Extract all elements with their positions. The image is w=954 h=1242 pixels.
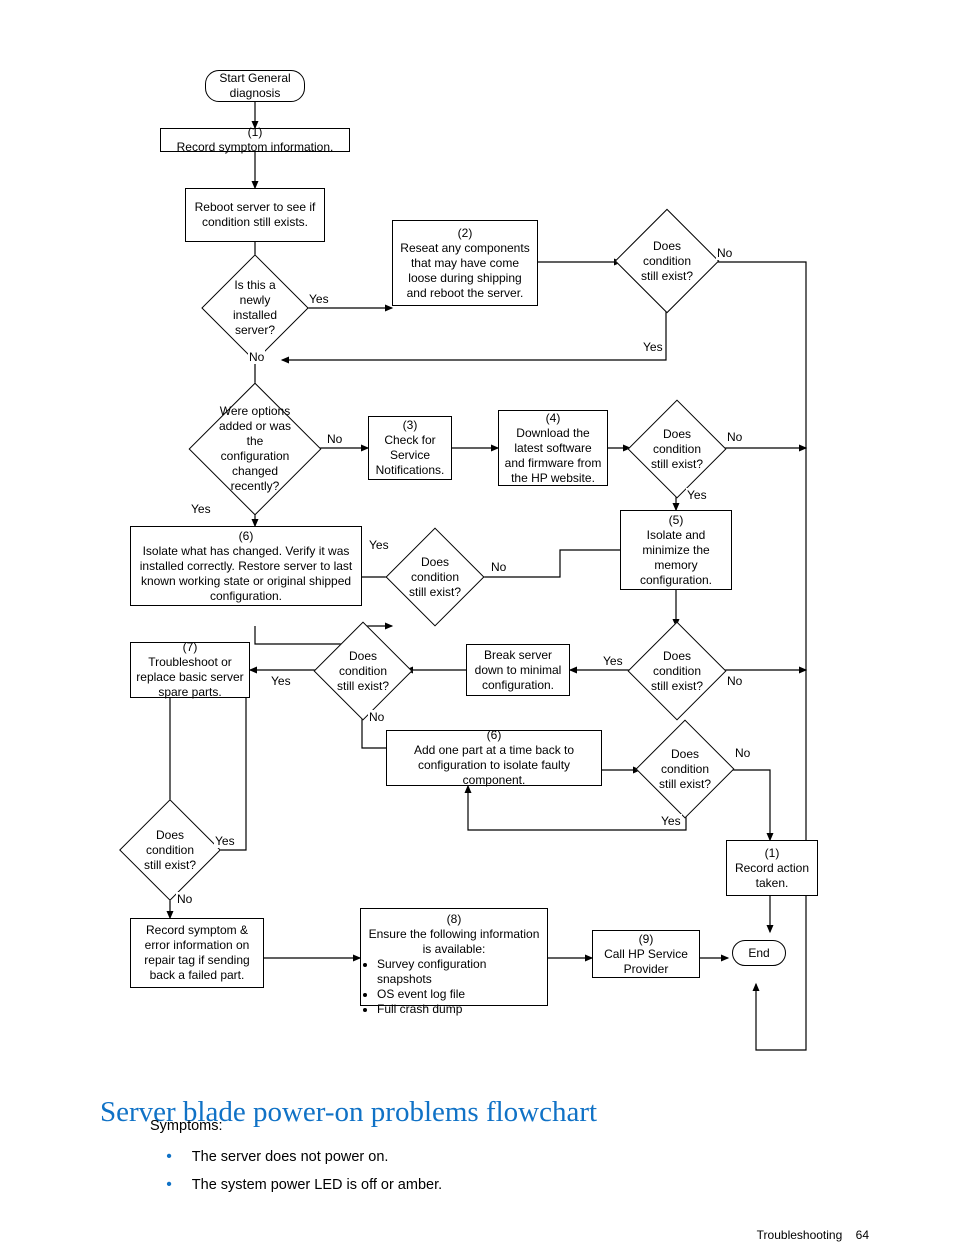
node-start: Start General diagnosis (205, 70, 305, 102)
node-8-heading: (8)Ensure the following information is a… (365, 912, 543, 957)
footer-page-number: 64 (856, 1228, 869, 1242)
node-4-firmware: (4)Download the latest software and firm… (498, 410, 608, 486)
label-yes: Yes (190, 502, 212, 516)
page-footer: Troubleshooting 64 (757, 1228, 869, 1242)
decision-newly-text: Is this a newly installed server? (221, 278, 289, 338)
list-item-text: The server does not power on. (192, 1149, 389, 1165)
label-no: No (734, 746, 751, 760)
label-no: No (248, 350, 265, 364)
decision-cond-7: Does condition still exist? (134, 814, 206, 886)
decision-cond-5: Does condition still exist? (642, 636, 712, 706)
label-no: No (490, 560, 507, 574)
node-6-isolate-change: (6)Isolate what has changed. Verify it w… (130, 526, 362, 606)
decision-cond-3-text: Does condition still exist? (404, 555, 466, 600)
label-yes: Yes (642, 340, 664, 354)
node-break-minimal: Break server down to minimal configurati… (466, 644, 570, 696)
label-no: No (176, 892, 193, 906)
node-break-text: Break server down to minimal configurati… (471, 648, 565, 693)
footer-section: Troubleshooting (757, 1228, 843, 1242)
node-4-text: (4)Download the latest software and firm… (503, 411, 603, 486)
list-item-text: The system power LED is off or amber. (192, 1177, 442, 1193)
label-yes: Yes (660, 814, 682, 828)
decision-cond-1-text: Does condition still exist? (634, 239, 700, 284)
node-1-record-symptom: (1)Record symptom information. (160, 128, 350, 152)
label-yes: Yes (308, 292, 330, 306)
node-9-text: (9)Call HP Service Provider (597, 932, 695, 977)
general-diagnosis-flowchart: Start General diagnosis (1)Record sympto… (130, 70, 830, 1060)
label-yes: Yes (368, 538, 390, 552)
node-6b-text: (6)Add one part at a time back to config… (391, 728, 597, 788)
node-5-text: (5)Isolate and minimize the memory confi… (625, 513, 727, 588)
node-7-text: (7)Troubleshoot or replace basic server … (135, 640, 245, 700)
decision-options-text: Were options added or was the configurat… (212, 404, 298, 494)
node-8-bullet-2: OS event log file (377, 987, 543, 1002)
decision-cond-6-text: Does condition still exist? (654, 747, 716, 792)
node-6-text: (6)Isolate what has changed. Verify it w… (135, 529, 357, 604)
node-3-text: (3)Check for Service Notifications. (373, 418, 447, 478)
decision-cond-5-text: Does condition still exist? (646, 649, 708, 694)
node-record-tag: Record symptom & error information on re… (130, 918, 264, 988)
bullet-icon: • (150, 1148, 188, 1166)
node-2-text: (2)Reseat any components that may have c… (397, 226, 533, 301)
node-9-call-hp: (9)Call HP Service Provider (592, 930, 700, 978)
label-yes: Yes (214, 834, 236, 848)
node-end: End (732, 940, 786, 966)
node-record-tag-text: Record symptom & error information on re… (135, 923, 259, 983)
decision-cond-2-text: Does condition still exist? (646, 427, 708, 472)
decision-cond-6: Does condition still exist? (650, 734, 720, 804)
label-no: No (726, 674, 743, 688)
label-yes: Yes (686, 488, 708, 502)
node-reboot-text: Reboot server to see if condition still … (190, 200, 320, 230)
label-yes: Yes (602, 654, 624, 668)
decision-cond-2: Does condition still exist? (642, 414, 712, 484)
label-yes: Yes (270, 674, 292, 688)
node-8-info: (8)Ensure the following information is a… (360, 908, 548, 1006)
list-item: • The server does not power on. (150, 1148, 442, 1166)
decision-cond-7-text: Does condition still exist? (138, 828, 202, 873)
list-item: • The system power LED is off or amber. (150, 1176, 442, 1194)
label-no: No (368, 710, 385, 724)
decision-cond-4-text: Does condition still exist? (332, 649, 394, 694)
decision-cond-1: Does condition still exist? (630, 224, 704, 298)
symptoms-label: Symptoms: (150, 1118, 223, 1134)
node-1-text: (1)Record symptom information. (177, 125, 334, 155)
node-1b-text: (1)Record action taken. (731, 846, 813, 891)
node-end-text: End (748, 946, 769, 961)
decision-options-changed: Were options added or was the configurat… (208, 402, 302, 496)
bullet-icon: • (150, 1176, 188, 1194)
node-reboot: Reboot server to see if condition still … (185, 188, 325, 242)
symptoms-list: • The server does not power on. • The sy… (150, 1142, 442, 1204)
node-7-troubleshoot: (7)Troubleshoot or replace basic server … (130, 642, 250, 698)
decision-newly-installed: Is this a newly installed server? (217, 270, 293, 346)
node-1b-record-action: (1)Record action taken. (726, 840, 818, 896)
node-3-service-notifications: (3)Check for Service Notifications. (368, 416, 452, 480)
node-6b-add-parts: (6)Add one part at a time back to config… (386, 730, 602, 786)
decision-cond-4: Does condition still exist? (328, 636, 398, 706)
label-no: No (726, 430, 743, 444)
node-2-reseat: (2)Reseat any components that may have c… (392, 220, 538, 306)
node-start-text: Start General diagnosis (210, 71, 300, 101)
label-no: No (326, 432, 343, 446)
node-8-bullet-1: Survey configuration snapshots (377, 957, 543, 987)
decision-cond-3: Does condition still exist? (400, 542, 470, 612)
node-8-bullet-3: Full crash dump (377, 1002, 543, 1017)
node-5-isolate-memory: (5)Isolate and minimize the memory confi… (620, 510, 732, 590)
label-no: No (716, 246, 733, 260)
